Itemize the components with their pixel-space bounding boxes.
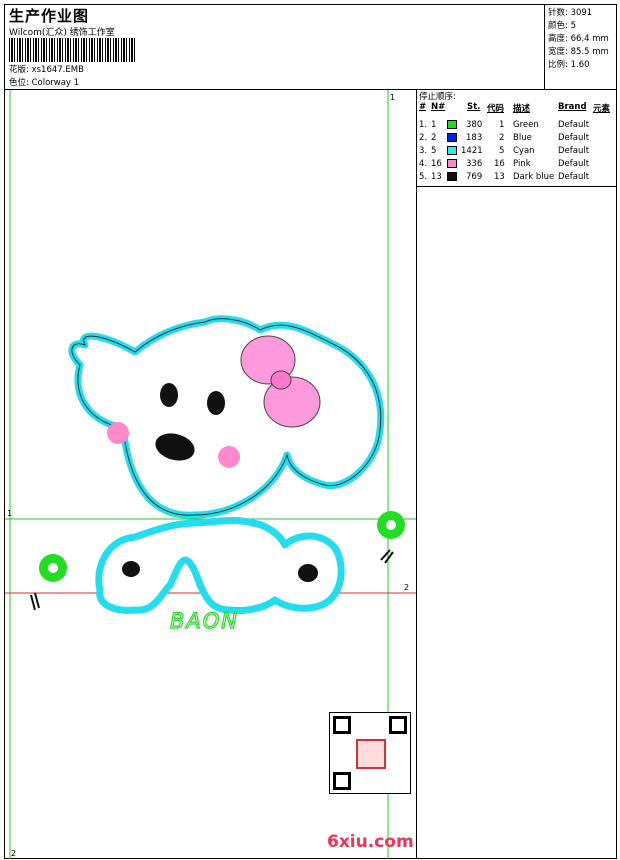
production-sheet: 生产作业图 Wilcom(汇众) 绣饰工作室 花版: xs1647.EMB 色位…	[4, 4, 617, 859]
colorway-value: Colorway 1	[31, 78, 80, 88]
stat-scale: 比例: 1.60	[548, 60, 590, 70]
stop-row: 5. 13 769 13 Dark blue Default	[419, 172, 590, 182]
guide-label-v2: 2	[11, 849, 16, 858]
col-brand: Brand	[558, 102, 587, 112]
left-cheek	[107, 422, 129, 444]
stop-sequence-title: 停止顺序:	[419, 92, 456, 102]
design-label: 花版:	[9, 65, 29, 75]
studio-name: Wilcom(汇众) 绣饰工作室	[9, 28, 115, 38]
page-title: 生产作业图	[9, 7, 90, 25]
stop-row: 2. 2 183 2 Blue Default	[419, 133, 590, 143]
stop-row: 3. 5 1421 5 Cyan Default	[419, 146, 590, 156]
colorway: 色位: Colorway 1	[9, 76, 79, 88]
qr-code-block	[329, 712, 411, 794]
sheet-header: 生产作业图 Wilcom(汇众) 绣饰工作室 花版: xs1647.EMB 色位…	[5, 5, 616, 90]
col-element: 元素	[593, 104, 611, 114]
color-swatch	[447, 146, 457, 155]
stop-sequence-panel: 停止顺序: # N# St. 代码 描述 Brand 元素 1. 1 380 1…	[417, 90, 616, 187]
colorway-label: 色位:	[9, 78, 29, 88]
design-canvas: 1 1 2 2 BAON 6xiu.com	[5, 90, 417, 859]
stat-colors: 颜色: 5	[548, 21, 576, 31]
kitten-head	[68, 315, 385, 519]
barcode	[9, 38, 135, 62]
flower-left	[30, 554, 67, 611]
right-eye	[207, 391, 225, 415]
col-code: 代码	[487, 104, 505, 114]
color-swatch	[447, 120, 457, 129]
color-swatch	[447, 172, 457, 181]
col-index: #	[419, 102, 427, 112]
design-value: xs1647.EMB	[31, 65, 84, 75]
embroidery-text: BAON	[170, 609, 239, 633]
design-stats: 针数: 3091 颜色: 5 高度: 66.4 mm 宽度: 85.5 mm 比…	[544, 5, 617, 89]
stat-stitches: 针数: 3091	[548, 8, 593, 18]
flower-right	[377, 511, 405, 564]
right-cheek	[218, 446, 240, 468]
stat-width: 宽度: 85.5 mm	[548, 47, 609, 57]
stat-height: 高度: 66.4 mm	[548, 34, 609, 44]
kitten-body	[95, 517, 345, 614]
watermark-logo: 6xiu.com	[327, 832, 414, 852]
col-st: St.	[467, 102, 481, 112]
stop-row: 1. 1 380 1 Green Default	[419, 120, 590, 130]
color-swatch	[447, 159, 457, 168]
left-eye	[160, 383, 178, 407]
guide-label-v1: 1	[390, 93, 395, 102]
guide-label-h2: 2	[404, 583, 409, 592]
design-file: 花版: xs1647.EMB	[9, 63, 84, 75]
guide-label-h1: 1	[7, 509, 12, 518]
col-desc: 描述	[513, 104, 531, 114]
col-n: N#	[431, 102, 446, 112]
stop-row: 4. 16 336 16 Pink Default	[419, 159, 590, 169]
color-swatch	[447, 133, 457, 142]
